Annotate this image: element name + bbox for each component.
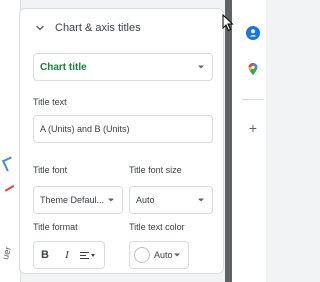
- align-icon[interactable]: [78, 242, 96, 268]
- title-font-size-dropdown[interactable]: Auto: [129, 186, 213, 214]
- sheet-canvas-edge: uer: [0, 0, 21, 282]
- maps-icon[interactable]: [246, 62, 260, 76]
- align-lines-icon: [79, 250, 89, 261]
- title-text-label: Title text: [33, 97, 67, 107]
- italic-icon[interactable]: I: [56, 242, 78, 268]
- dropdown-caret-icon: [198, 198, 204, 202]
- dropdown-caret-icon: [174, 253, 180, 257]
- title-text-color-label: Title text color: [129, 222, 185, 232]
- title-font-label: Title font: [33, 165, 68, 175]
- title-format-toolbar: B I: [33, 241, 105, 269]
- add-icon[interactable]: +: [246, 121, 260, 135]
- side-panel-separator: [242, 99, 264, 100]
- dropdown-caret-icon: [90, 253, 95, 257]
- chevron-down-icon[interactable]: [35, 23, 45, 33]
- chart-line-fragment: [0, 176, 15, 192]
- title-type-value: Chart title: [40, 61, 87, 73]
- chart-axis-titles-panel: Chart & axis titles Chart title Title te…: [19, 8, 224, 274]
- section-title: Chart & axis titles: [55, 22, 141, 34]
- section-header[interactable]: Chart & axis titles: [20, 9, 223, 47]
- dropdown-caret-icon: [198, 65, 204, 69]
- app-root: uer Chart & axis titles Chart title Titl…: [0, 0, 266, 282]
- title-format-label: Title format: [33, 222, 78, 232]
- side-panel: +: [232, 0, 266, 282]
- title-font-dropdown[interactable]: Theme Defaul...: [33, 186, 123, 214]
- dropdown-caret-icon: [108, 198, 114, 202]
- title-font-size-value: Auto: [136, 195, 155, 205]
- title-font-size-label: Title font size: [129, 165, 182, 175]
- clipped-label: uer: [0, 245, 14, 261]
- contacts-icon[interactable]: [246, 26, 260, 40]
- title-text-color-value: Auto: [154, 250, 173, 260]
- title-font-value: Theme Defaul...: [40, 195, 105, 205]
- title-text-input[interactable]: [33, 115, 213, 143]
- panel-divider: [225, 0, 232, 282]
- mouse-cursor-icon: [222, 13, 234, 37]
- chart-line-fragment: [1, 156, 17, 172]
- bold-icon[interactable]: B: [34, 242, 56, 268]
- title-text-color-dropdown[interactable]: Auto: [129, 241, 189, 269]
- title-type-dropdown[interactable]: Chart title: [33, 53, 213, 81]
- color-swatch-icon: [134, 247, 150, 263]
